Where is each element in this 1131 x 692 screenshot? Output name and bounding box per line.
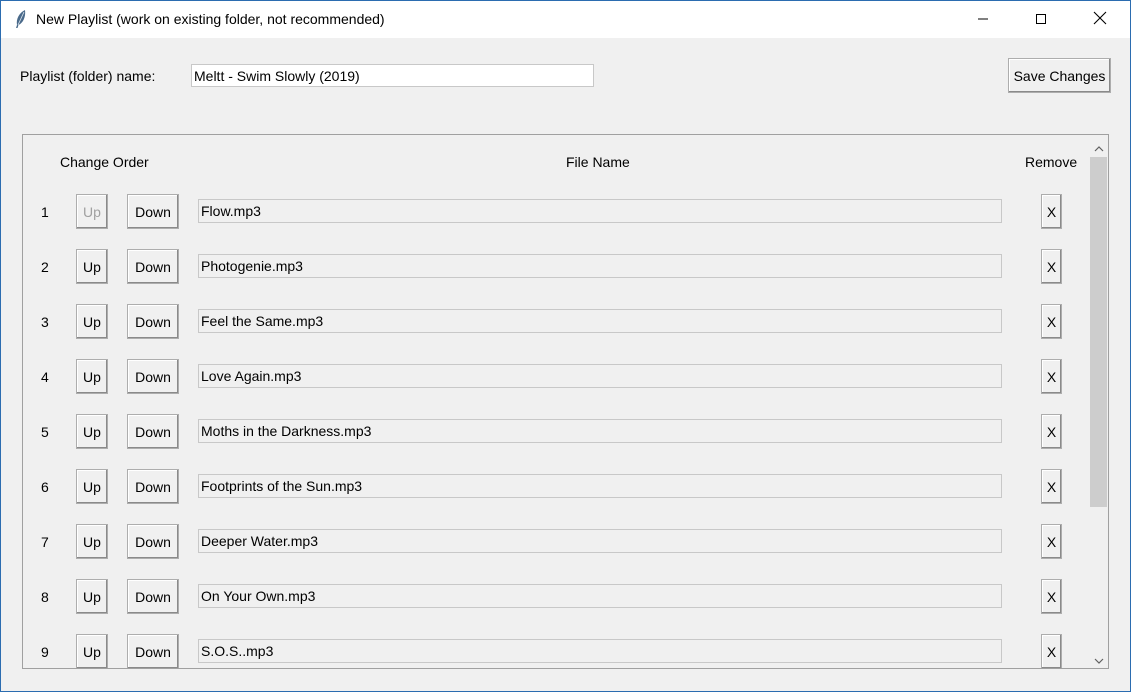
maximize-button[interactable]: [1012, 1, 1070, 38]
file-name-field[interactable]: [198, 639, 1002, 663]
move-up-button[interactable]: Up: [76, 634, 108, 668]
save-changes-button[interactable]: Save Changes: [1008, 58, 1111, 93]
list-item: 4UpDownX: [23, 300, 1088, 394]
title-bar[interactable]: New Playlist (work on existing folder, n…: [1, 1, 1130, 38]
window-title: New Playlist (work on existing folder, n…: [36, 11, 385, 27]
feather-icon: [13, 9, 29, 29]
list-item: 9 Up Down X: [23, 575, 1088, 668]
scrollbar-thumb[interactable]: [1090, 157, 1107, 507]
playlist-file-list: Change Order File Name Remove 1UpDownX2U…: [22, 134, 1109, 669]
chevron-up-icon: [1094, 139, 1104, 155]
chevron-down-icon: [1094, 651, 1104, 667]
list-item: 1UpDownX: [23, 135, 1088, 229]
remove-button[interactable]: X: [1041, 634, 1062, 668]
list-item: 2UpDownX: [23, 190, 1088, 284]
list-item: 7UpDownX: [23, 465, 1088, 559]
playlist-name-input[interactable]: [191, 64, 594, 87]
maximize-icon: [1035, 12, 1047, 28]
scroll-down-button[interactable]: [1089, 649, 1108, 668]
list-item: 6UpDownX: [23, 410, 1088, 504]
list-item: 8UpDownX: [23, 520, 1088, 614]
playlist-name-label: Playlist (folder) name:: [20, 68, 156, 84]
playlist-window: New Playlist (work on existing folder, n…: [0, 0, 1131, 692]
list-item: 5UpDownX: [23, 355, 1088, 449]
vertical-scrollbar[interactable]: [1089, 135, 1108, 668]
close-button[interactable]: [1071, 1, 1129, 38]
close-icon: [1093, 11, 1107, 28]
scroll-up-button[interactable]: [1089, 137, 1108, 157]
minimize-button[interactable]: [954, 1, 1012, 38]
list-item: 3UpDownX: [23, 245, 1088, 339]
row-number: 9: [41, 644, 49, 660]
minimize-icon: [977, 12, 989, 28]
move-down-button[interactable]: Down: [127, 634, 179, 668]
